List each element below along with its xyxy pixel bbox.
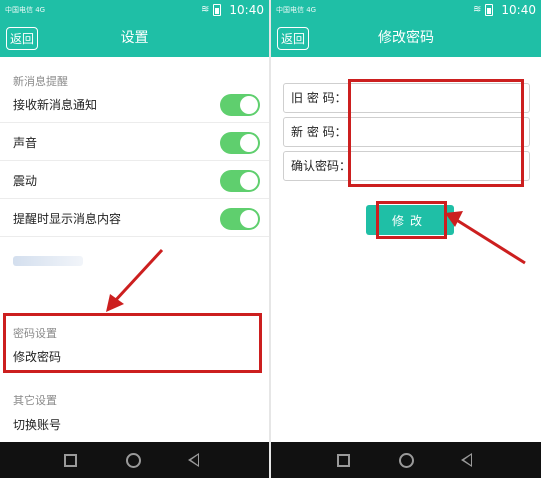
page-title: 修改密码 — [378, 30, 434, 46]
system-nav-bar — [271, 442, 541, 478]
setting-row-change-password[interactable]: 修改密码 — [0, 339, 269, 375]
circle-icon[interactable] — [399, 453, 414, 468]
wifi-icon: ≋ — [473, 4, 482, 15]
toggle-switch[interactable] — [220, 170, 260, 192]
setting-label: 修改密码 — [13, 350, 62, 364]
toggle-switch[interactable] — [220, 132, 260, 154]
setting-row-sound[interactable]: 声音 — [0, 125, 269, 161]
setting-label: 切换账号 — [13, 418, 62, 432]
battery-icon — [485, 4, 494, 16]
confirm-password-input[interactable] — [356, 154, 525, 178]
clock: 10:40 — [229, 3, 264, 17]
settings-list: 新消息提醒 接收新消息通知 声音 震动 提醒时显示消息内容 密码设置 修改密码 … — [0, 57, 269, 442]
confirm-password-field: 确认密码： — [283, 151, 530, 181]
setting-row-receive-notifications[interactable]: 接收新消息通知 — [0, 87, 269, 123]
back-button[interactable]: 返回 — [6, 27, 38, 50]
toggle-knob — [240, 210, 258, 228]
divider — [0, 122, 269, 123]
old-password-input[interactable] — [356, 86, 525, 110]
divider — [0, 236, 269, 237]
toggle-switch[interactable] — [220, 94, 260, 116]
back-triangle-icon[interactable] — [461, 453, 472, 467]
system-nav-bar — [0, 442, 269, 478]
setting-row-switch-account[interactable]: 切换账号 — [0, 407, 269, 443]
battery-icon — [213, 4, 222, 16]
divider — [0, 198, 269, 199]
section-header-other: 其它设置 — [13, 394, 57, 407]
setting-label: 震动 — [13, 174, 38, 188]
carrier-label: 中国电信 4G — [276, 6, 317, 14]
square-icon[interactable] — [64, 454, 77, 467]
setting-label: 提醒时显示消息内容 — [13, 212, 122, 226]
back-button[interactable]: 返回 — [277, 27, 309, 50]
toggle-knob — [240, 96, 258, 114]
top-nav: 返回 设置 — [0, 20, 269, 57]
setting-label: 接收新消息通知 — [13, 98, 98, 112]
field-label: 新 密 码： — [291, 125, 347, 139]
submit-button[interactable]: 修改 — [366, 205, 454, 235]
wifi-icon: ≋ — [201, 4, 210, 15]
setting-label: 声音 — [13, 136, 38, 150]
setting-row-show-content[interactable]: 提醒时显示消息内容 — [0, 201, 269, 237]
toggle-knob — [240, 172, 258, 190]
carrier-label: 中国电信 4G — [5, 6, 46, 14]
status-bar: 中国电信 4G ≋ 10:40 — [271, 0, 541, 20]
field-label: 确认密码： — [291, 159, 352, 173]
status-bar: 中国电信 4G ≋ 10:40 — [0, 0, 269, 20]
change-password-screen: 中国电信 4G ≋ 10:40 返回 修改密码 旧 密 码： 新 密 码： 确认… — [271, 0, 541, 478]
password-form: 旧 密 码： 新 密 码： 确认密码： 修改 — [271, 57, 541, 442]
back-triangle-icon[interactable] — [188, 453, 199, 467]
field-label: 旧 密 码： — [291, 91, 347, 105]
circle-icon[interactable] — [126, 453, 141, 468]
new-password-field: 新 密 码： — [283, 117, 530, 147]
blurred-region — [13, 256, 83, 266]
divider — [0, 160, 269, 161]
square-icon[interactable] — [337, 454, 350, 467]
clock: 10:40 — [501, 3, 536, 17]
page-title: 设置 — [120, 30, 149, 46]
top-nav: 返回 修改密码 — [271, 20, 541, 57]
toggle-switch[interactable] — [220, 208, 260, 230]
setting-row-vibrate[interactable]: 震动 — [0, 163, 269, 199]
new-password-input[interactable] — [356, 120, 525, 144]
settings-screen: 中国电信 4G ≋ 10:40 返回 设置 新消息提醒 接收新消息通知 声音 震… — [0, 0, 269, 478]
old-password-field: 旧 密 码： — [283, 83, 530, 113]
toggle-knob — [240, 134, 258, 152]
